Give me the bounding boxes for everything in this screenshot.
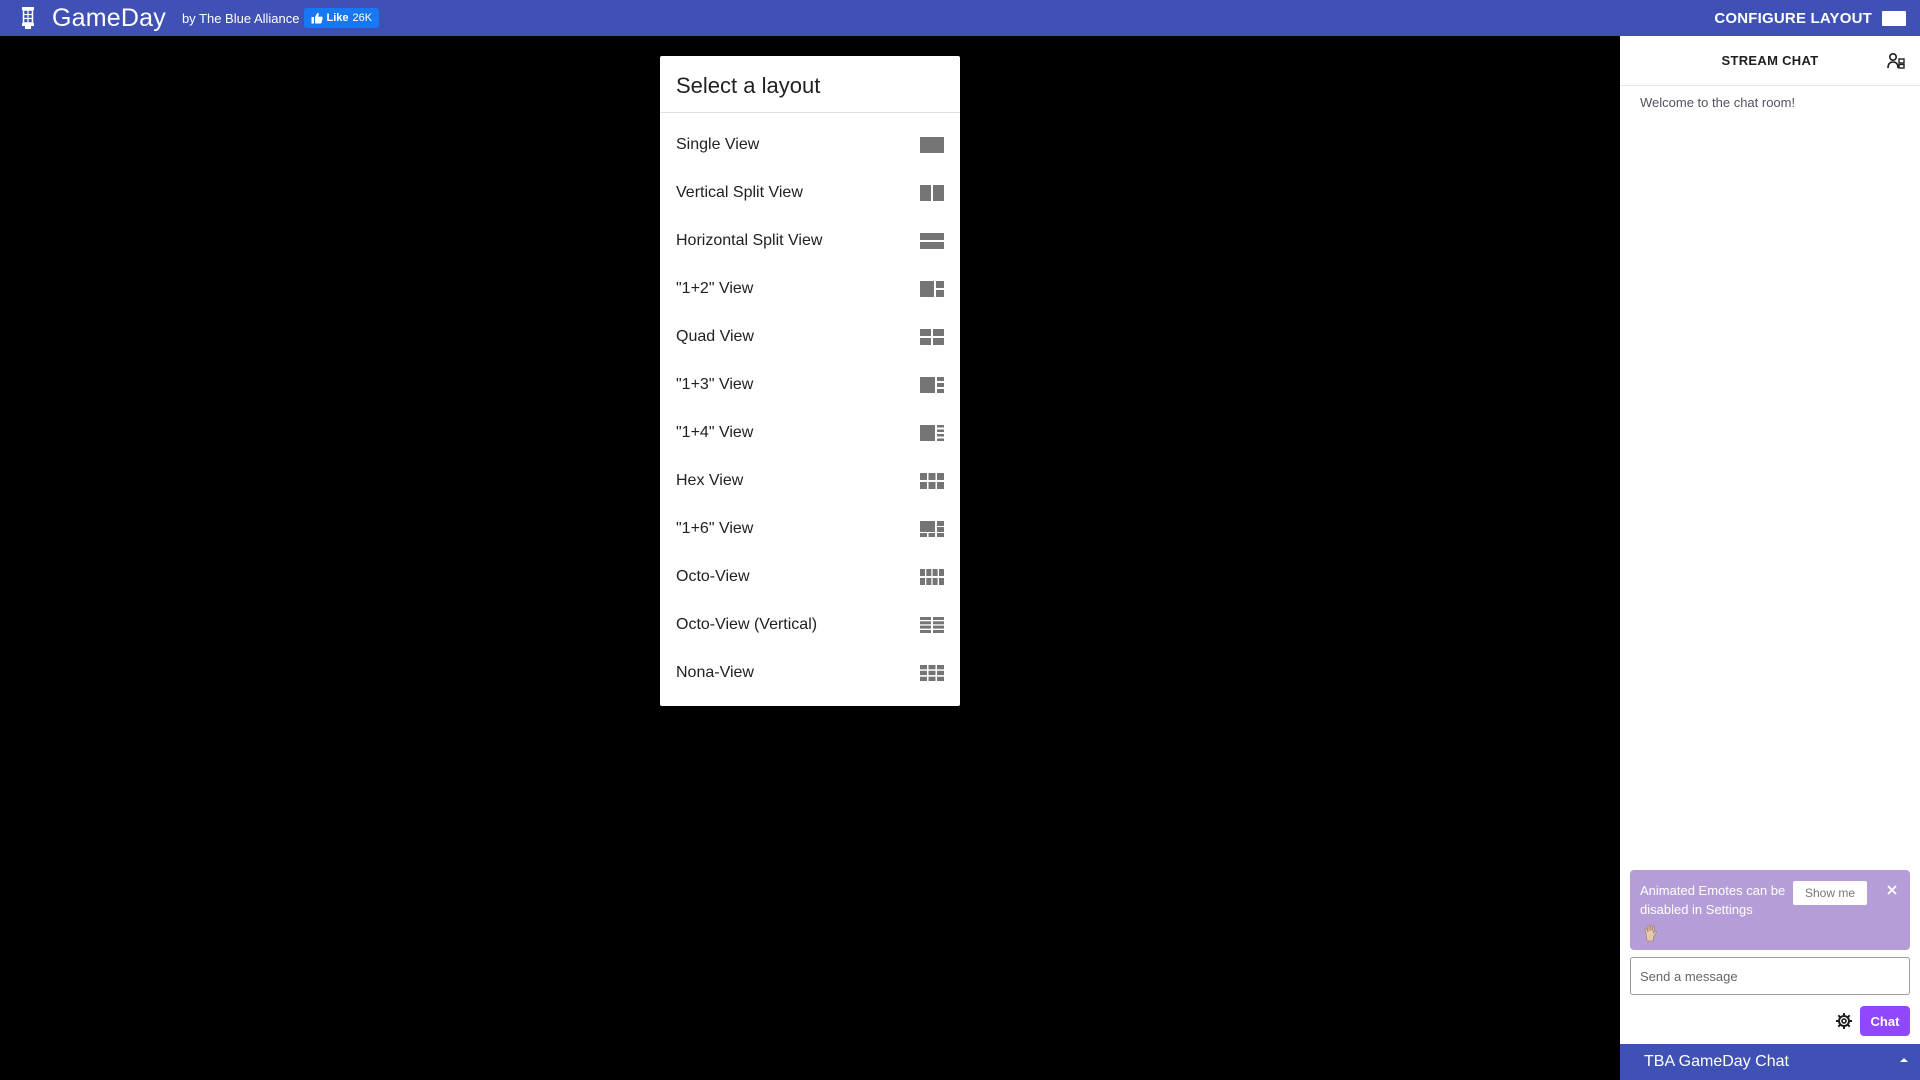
chat-welcome-message: Welcome to the chat room! — [1640, 95, 1796, 110]
app-byline: by The Blue Alliance — [181, 10, 300, 26]
layout-item-single-view[interactable]: Single View — [660, 121, 960, 169]
chat-controls: Chat — [1630, 1006, 1910, 1036]
layout-item-label: Hex View — [676, 472, 744, 489]
layout-dialog: Select a layout Single View Vertical Spl… — [660, 56, 960, 706]
layout-single-icon — [920, 137, 944, 153]
app-bar: GameDay by The Blue Alliance Like 26K CO… — [0, 0, 1920, 36]
layout-item-horizontal-split-view[interactable]: Horizontal Split View — [660, 217, 960, 265]
layout-item-label: "1+6" View — [676, 520, 754, 537]
layout-item-label: Quad View — [676, 328, 754, 345]
layout-item-label: Nona-View — [676, 664, 754, 681]
layout-item-1-plus-4-view[interactable]: "1+4" View — [660, 409, 960, 457]
layout-item-octo-view[interactable]: Octo-View — [660, 553, 960, 601]
layout-octo-icon — [920, 569, 944, 585]
layout-1-plus-3-icon — [920, 377, 944, 393]
show-me-button[interactable]: Show me — [1793, 881, 1867, 905]
chat-selector-bar[interactable]: TBA GameDay Chat — [1620, 1044, 1920, 1080]
hand-emote-icon — [1643, 924, 1659, 942]
close-icon[interactable] — [1884, 882, 1900, 898]
layout-item-nona-view[interactable]: Nona-View — [660, 649, 960, 697]
layout-hex-icon — [920, 473, 944, 489]
layout-item-octo-view-vertical[interactable]: Octo-View (Vertical) — [660, 601, 960, 649]
layout-item-quad-view[interactable]: Quad View — [660, 313, 960, 361]
emote-notice: Animated Emotes can be disabled in Setti… — [1630, 870, 1910, 950]
layout-item-label: "1+3" View — [676, 376, 754, 393]
layout-1-plus-2-icon — [920, 281, 944, 297]
emote-notice-text: Animated Emotes can be disabled in Setti… — [1640, 883, 1786, 917]
community-users-icon[interactable] — [1886, 51, 1906, 71]
chat-header-title: STREAM CHAT — [1721, 53, 1819, 68]
layout-item-label: "1+2" View — [676, 280, 754, 297]
thumbs-up-icon — [311, 12, 323, 24]
facebook-like-count: 26K — [352, 12, 373, 24]
layout-item-label: Vertical Split View — [676, 184, 803, 201]
caret-up-icon — [1900, 1058, 1908, 1062]
layout-1-plus-4-icon — [920, 425, 944, 441]
layout-preview-icon[interactable] — [1882, 10, 1906, 26]
facebook-like-label: Like — [326, 12, 349, 24]
layout-list: Single View Vertical Split View Horizont… — [660, 113, 960, 697]
layout-quad-icon — [920, 329, 944, 345]
layout-item-1-plus-2-view[interactable]: "1+2" View — [660, 265, 960, 313]
configure-layout-button[interactable]: CONFIGURE LAYOUT — [1714, 10, 1872, 27]
layout-nona-icon — [920, 665, 944, 681]
layout-item-vertical-split-view[interactable]: Vertical Split View — [660, 169, 960, 217]
facebook-like-button[interactable]: Like 26K — [303, 8, 380, 28]
layout-item-label: Single View — [676, 136, 760, 153]
layout-item-label: Octo-View (Vertical) — [676, 616, 818, 633]
layout-item-1-plus-6-view[interactable]: "1+6" View — [660, 505, 960, 553]
app-title[interactable]: GameDay — [52, 4, 166, 33]
layout-1-plus-6-icon — [920, 521, 944, 537]
tba-lamp-logo-icon[interactable] — [16, 3, 40, 33]
dialog-title: Select a layout — [660, 56, 960, 113]
settings-gear-icon[interactable] — [1834, 1011, 1854, 1031]
layout-octo-vertical-icon — [920, 617, 944, 633]
layout-item-1-plus-3-view[interactable]: "1+3" View — [660, 361, 960, 409]
layout-item-label: Horizontal Split View — [676, 232, 823, 249]
layout-item-label: "1+4" View — [676, 424, 754, 441]
layout-item-label: Octo-View — [676, 568, 750, 585]
layout-item-hex-view[interactable]: Hex View — [660, 457, 960, 505]
layout-vertical-split-icon — [920, 185, 944, 201]
chat-header: STREAM CHAT — [1620, 36, 1920, 86]
chat-selector-label: TBA GameDay Chat — [1644, 1053, 1789, 1070]
chat-sidebar: STREAM CHAT Welcome to the chat room! An… — [1620, 36, 1920, 1080]
chat-send-button[interactable]: Chat — [1860, 1006, 1910, 1036]
chat-message-input[interactable] — [1630, 957, 1910, 995]
layout-horizontal-split-icon — [920, 233, 944, 249]
